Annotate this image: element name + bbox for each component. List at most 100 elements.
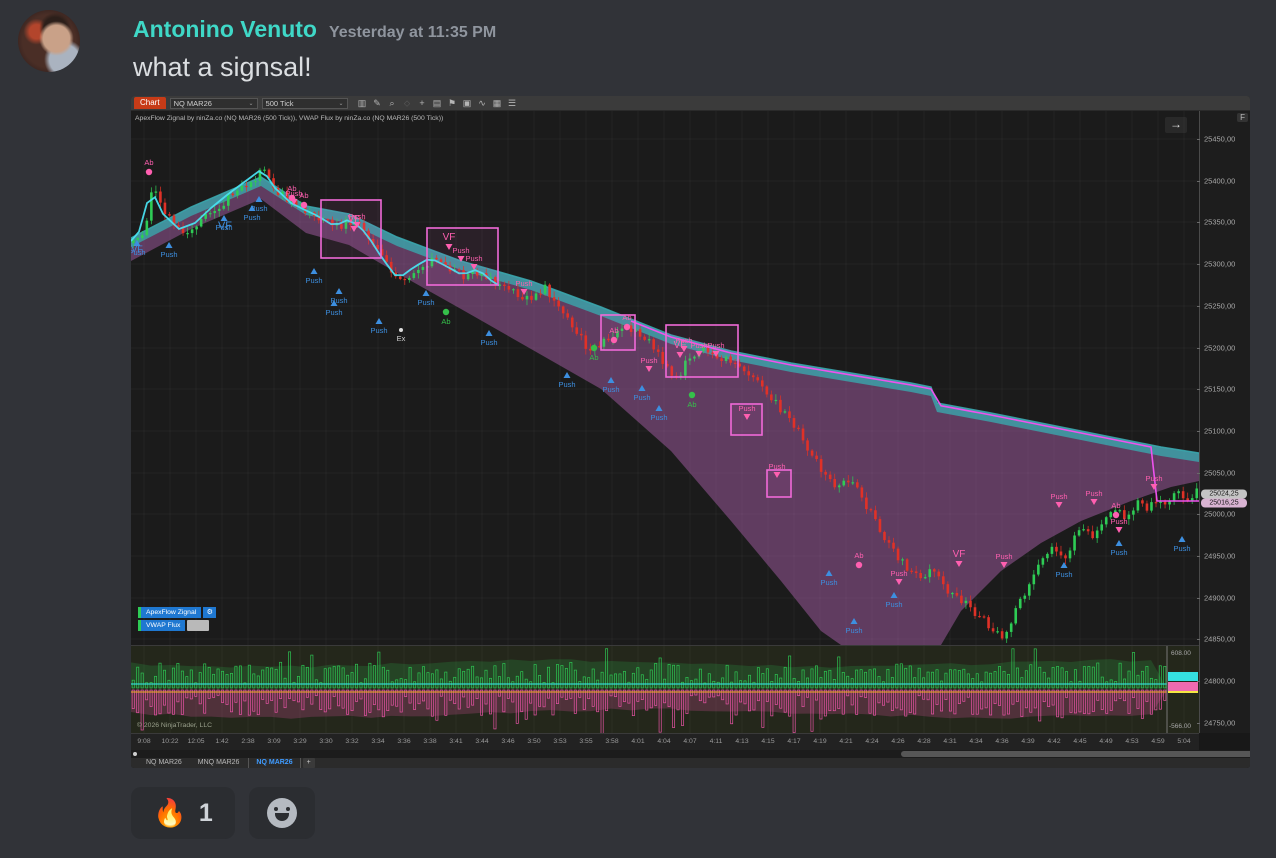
time-axis-label: 3:44 — [475, 738, 488, 745]
svg-text:Ab: Ab — [609, 326, 618, 335]
svg-text:Push: Push — [690, 341, 707, 350]
price-axis-label: 24900,00 — [1204, 594, 1235, 603]
bars-icon[interactable]: ▥ — [356, 98, 369, 109]
svg-text:Push: Push — [650, 413, 667, 422]
oscillator-chart: 608.00-566.00 — [131, 646, 1199, 734]
plus-icon[interactable]: + — [416, 98, 429, 109]
svg-text:Push: Push — [768, 462, 785, 471]
time-axis[interactable]: 9:0810:2212:051:422:383:093:293:303:323:… — [131, 733, 1199, 750]
price-axis-label: 25200,00 — [1204, 344, 1235, 353]
time-axis-label: 4:19 — [813, 738, 826, 745]
gear-icon[interactable]: ⚙ — [203, 607, 216, 618]
time-axis-label: 4:42 — [1047, 738, 1060, 745]
vwap-flux-button[interactable]: VWAP Flux — [138, 620, 185, 631]
time-axis-label: 4:11 — [710, 738, 723, 745]
snapshot-icon[interactable]: ▣ — [461, 98, 474, 109]
calendar-icon[interactable]: ▦ — [491, 98, 504, 109]
price-axis-label: 24800,00 — [1204, 677, 1235, 686]
indicator-title: ApexFlow Zignal by ninZa.co (NQ MAR26 (5… — [135, 115, 443, 122]
fire-emoji-icon: 🔥 — [153, 797, 187, 829]
chart-scrollbar — [131, 750, 1250, 758]
instrument-value: NQ MAR26 — [174, 99, 212, 108]
time-axis-label: 3:58 — [605, 738, 618, 745]
svg-text:Push: Push — [640, 356, 657, 365]
price-axis-label: 25150,00 — [1204, 385, 1235, 394]
pencil-icon[interactable]: ✎ — [371, 98, 384, 109]
scroll-dot-icon — [133, 752, 137, 756]
last-price-tag: 25016,25 — [1201, 499, 1247, 508]
svg-text:Push: Push — [417, 298, 434, 307]
time-axis-label: 3:38 — [423, 738, 436, 745]
vwap-flux-secondary-button[interactable] — [187, 620, 209, 631]
chevron-down-icon: ⌄ — [339, 100, 344, 107]
zigzag-icon[interactable]: ∿ — [476, 98, 489, 109]
svg-text:Ab: Ab — [144, 158, 153, 167]
time-axis-label: 3:34 — [371, 738, 384, 745]
price-axis[interactable]: F 25450,0025400,0025350,0025300,0025250,… — [1199, 111, 1250, 733]
time-axis-label: 3:46 — [501, 738, 514, 745]
vwap-button-row: VWAP Flux — [138, 620, 209, 631]
instrument-dropdown[interactable]: NQ MAR26 ⌄ — [170, 98, 258, 109]
workspace-tab[interactable]: NQ MAR26 — [139, 758, 189, 768]
svg-text:Ab: Ab — [441, 317, 450, 326]
interval-dropdown[interactable]: 500 Tick ⌄ — [262, 98, 348, 109]
jump-to-latest-arrow-icon[interactable]: → — [1165, 117, 1187, 133]
time-axis-label: 5:04 — [1177, 738, 1190, 745]
last-price-tag: 25024,25 — [1201, 490, 1247, 499]
cursor-icon[interactable]: ⬦ — [401, 98, 414, 109]
add-tab-button[interactable]: + — [303, 758, 315, 768]
page-icon[interactable]: ▤ — [431, 98, 444, 109]
svg-text:VF: VF — [348, 214, 361, 225]
svg-text:Push: Push — [820, 578, 837, 587]
list-icon[interactable]: ☰ — [506, 98, 519, 109]
time-axis-label: 4:36 — [995, 738, 1008, 745]
time-axis-label: 3:53 — [553, 738, 566, 745]
oscillator-pane[interactable]: 608.00-566.00 © 2026 NinjaTrader, LLC — [131, 645, 1199, 733]
time-axis-label: 3:41 — [449, 738, 462, 745]
svg-text:VF: VF — [953, 549, 966, 560]
time-axis-label: 4:13 — [735, 738, 748, 745]
time-axis-label: 3:50 — [527, 738, 540, 745]
time-axis-label: 1:42 — [215, 738, 228, 745]
chart-image-embed[interactable]: Chart NQ MAR26 ⌄ 500 Tick ⌄ ▥✎⌕⬦+▤⚑▣∿▦☰ … — [131, 96, 1250, 768]
svg-text:Ab: Ab — [299, 191, 308, 200]
time-axis-label: 10:22 — [161, 738, 178, 745]
svg-text:Push: Push — [1055, 570, 1072, 579]
username[interactable]: Antonino Venuto — [133, 16, 317, 43]
svg-text:Push: Push — [1085, 489, 1102, 498]
svg-text:Push: Push — [558, 380, 575, 389]
price-axis-label: 25000,00 — [1204, 510, 1235, 519]
add-reaction-button[interactable] — [249, 787, 315, 839]
workspace-tab[interactable]: MNQ MAR26 — [191, 758, 247, 768]
svg-text:Push: Push — [602, 385, 619, 394]
fire-reaction-button[interactable]: 🔥 1 — [131, 787, 235, 839]
price-axis-label: 25250,00 — [1204, 302, 1235, 311]
price-axis-label: 24850,00 — [1204, 635, 1235, 644]
scrollbar-thumb[interactable] — [901, 751, 1250, 757]
svg-text:Push: Push — [738, 404, 755, 413]
avatar[interactable] — [18, 10, 80, 72]
flag-icon[interactable]: ⚑ — [446, 98, 459, 109]
message-header: Antonino Venuto Yesterday at 11:35 PM — [133, 16, 496, 43]
svg-text:Push: Push — [305, 276, 322, 285]
chart-tab[interactable]: Chart — [134, 97, 166, 109]
svg-text:Ab: Ab — [687, 400, 696, 409]
svg-text:-566.00: -566.00 — [1169, 723, 1191, 730]
zoom-icon[interactable]: ⌕ — [386, 98, 399, 109]
time-axis-label: 4:59 — [1151, 738, 1164, 745]
workspace-tab[interactable]: NQ MAR26 — [248, 758, 300, 768]
reaction-count: 1 — [199, 799, 213, 828]
price-pane[interactable]: Push Push Push Push Push Push Push Push Push Push… — [131, 111, 1199, 645]
apexflow-zignal-button[interactable]: ApexFlow Zignal — [138, 607, 201, 618]
price-axis-label: 25300,00 — [1204, 260, 1235, 269]
svg-text:VF: VF — [218, 220, 232, 232]
chart-toolbar: Chart NQ MAR26 ⌄ 500 Tick ⌄ ▥✎⌕⬦+▤⚑▣∿▦☰ — [131, 96, 1250, 111]
axis-f-button[interactable]: F — [1237, 113, 1248, 122]
svg-text:Push: Push — [1110, 517, 1127, 526]
interval-value: 500 Tick — [266, 99, 294, 108]
copyright-text: © 2026 NinjaTrader, LLC — [137, 722, 212, 729]
time-axis-label: 4:34 — [969, 738, 982, 745]
message-text: what a signsal! — [133, 52, 312, 83]
svg-text:Push: Push — [515, 279, 532, 288]
svg-text:Push: Push — [243, 213, 260, 222]
